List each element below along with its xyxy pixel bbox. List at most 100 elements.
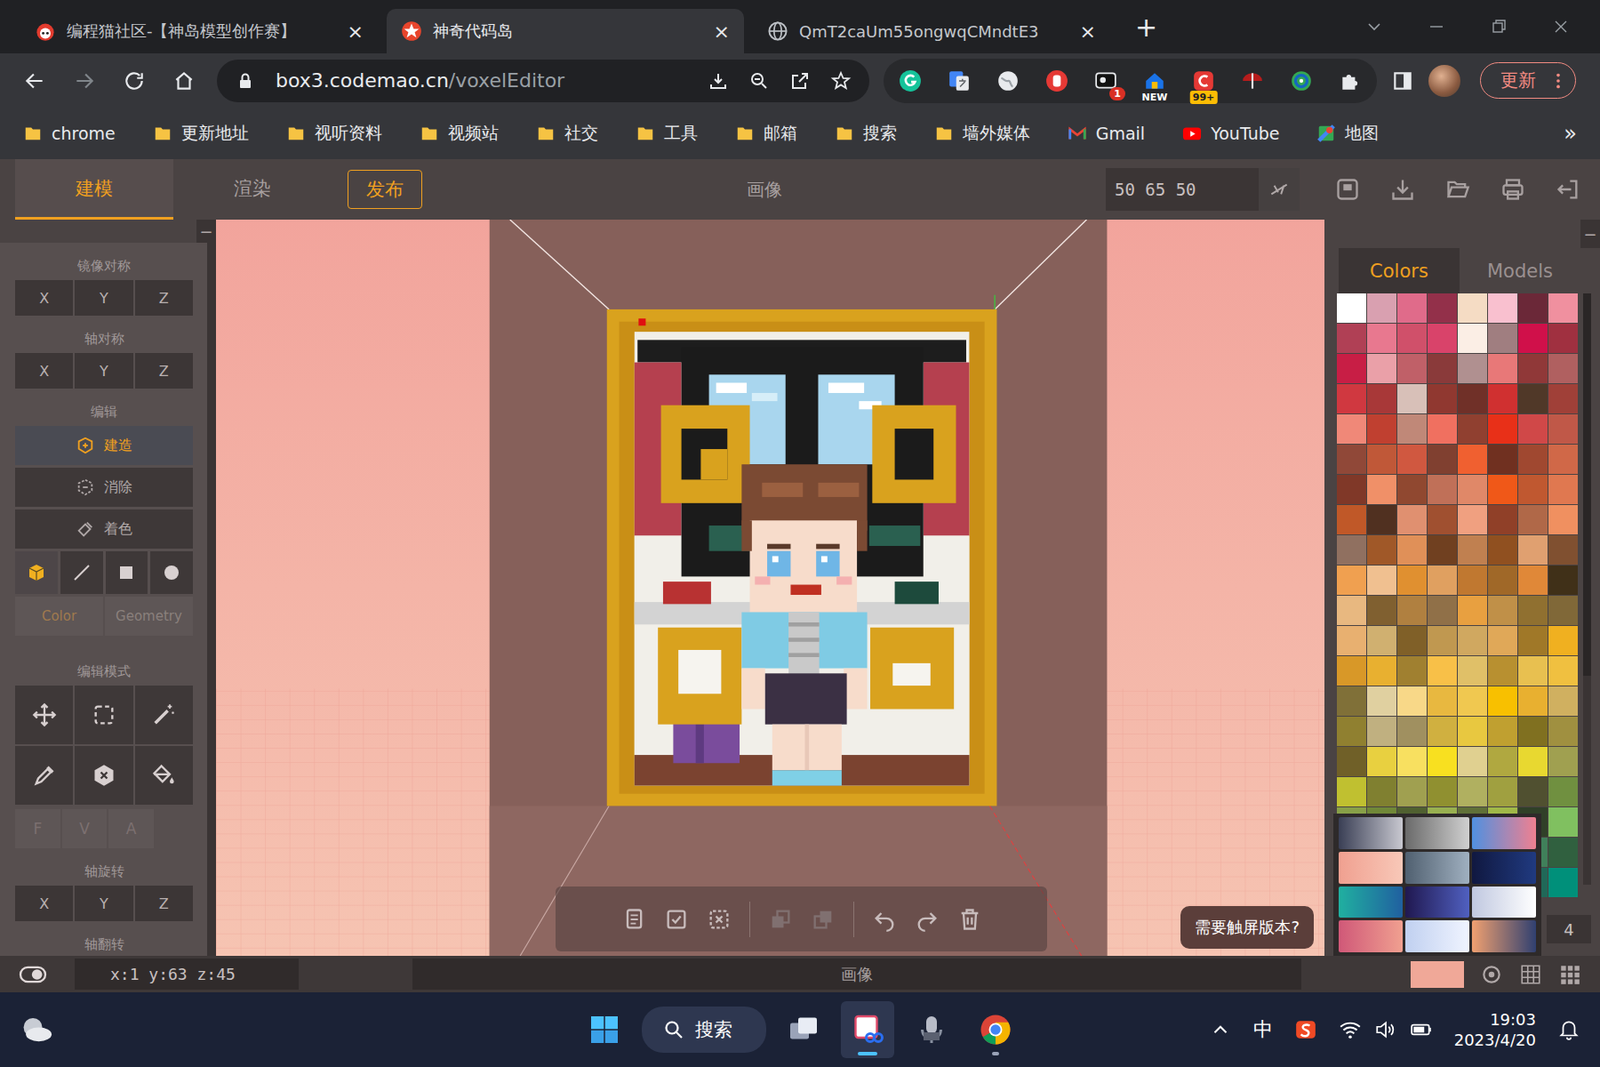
- extension-button[interactable]: [941, 63, 977, 99]
- color-swatch[interactable]: [1457, 293, 1488, 323]
- voxel-scene[interactable]: [216, 219, 1325, 956]
- color-swatch[interactable]: [1397, 474, 1427, 504]
- install-icon[interactable]: [707, 70, 729, 92]
- brush-button[interactable]: [60, 551, 104, 594]
- color-swatch[interactable]: [1427, 474, 1457, 504]
- color-swatch[interactable]: [1518, 595, 1548, 625]
- color-swatch[interactable]: [1457, 776, 1488, 807]
- color-swatch[interactable]: [1488, 746, 1518, 776]
- rotate-axis-button[interactable]: X: [15, 885, 73, 921]
- color-swatch[interactable]: [1518, 474, 1548, 504]
- color-swatch[interactable]: [1397, 716, 1427, 746]
- extension-button[interactable]: 99+: [1185, 63, 1222, 99]
- restore-icon[interactable]: [1489, 17, 1508, 36]
- color-swatch[interactable]: [1488, 595, 1518, 625]
- share-icon[interactable]: [789, 70, 811, 92]
- color-swatch[interactable]: [1548, 867, 1578, 897]
- symmetry-axis-button[interactable]: Z: [135, 352, 193, 389]
- color-swatch[interactable]: [1518, 746, 1548, 776]
- gradient-swatch[interactable]: [1338, 886, 1403, 919]
- gradient-swatch[interactable]: [1472, 851, 1536, 884]
- close-tab-button[interactable]: ×: [347, 20, 364, 43]
- edit-action-button[interactable]: 消除: [15, 467, 193, 507]
- side-panel-icon[interactable]: [1391, 69, 1415, 93]
- view-toggle-button[interactable]: A: [108, 808, 154, 848]
- color-swatch[interactable]: [1457, 444, 1488, 474]
- bookmark[interactable]: chrome: [23, 123, 116, 144]
- color-swatch[interactable]: [1427, 323, 1457, 353]
- color-swatch[interactable]: [1397, 595, 1427, 625]
- edit-mode-button[interactable]: [15, 685, 73, 744]
- color-swatch[interactable]: [1367, 776, 1397, 807]
- collapse-button[interactable]: −: [196, 219, 216, 243]
- color-swatch[interactable]: [1548, 746, 1578, 776]
- color-swatch[interactable]: [1518, 444, 1548, 474]
- start-button[interactable]: [577, 1000, 632, 1058]
- color-swatch[interactable]: [1548, 384, 1578, 414]
- color-swatch[interactable]: [1367, 625, 1397, 656]
- color-swatch[interactable]: [1457, 716, 1488, 746]
- browser-tab[interactable]: QmT2caUm55ongwqCMndtE3×: [752, 8, 1111, 54]
- panel-tab[interactable]: Models: [1459, 248, 1581, 294]
- color-swatch[interactable]: [1548, 414, 1578, 444]
- color-swatch[interactable]: [1488, 535, 1518, 565]
- floating-tool-button[interactable]: [706, 906, 732, 932]
- color-swatch[interactable]: [1548, 807, 1578, 837]
- color-swatch[interactable]: [1367, 686, 1397, 716]
- download-icon[interactable]: [1390, 176, 1416, 202]
- color-swatch[interactable]: [1397, 444, 1427, 474]
- color-swatch[interactable]: [1397, 384, 1427, 414]
- color-swatch[interactable]: [1488, 776, 1518, 807]
- color-swatch[interactable]: [1427, 353, 1457, 384]
- color-swatch[interactable]: [1488, 686, 1518, 716]
- sogou-icon[interactable]: [1294, 1017, 1318, 1041]
- symmetry-axis-button[interactable]: Y: [74, 352, 133, 389]
- color-swatch[interactable]: [1548, 837, 1578, 867]
- symmetry-axis-button[interactable]: X: [15, 352, 73, 389]
- extension-button[interactable]: NEW: [1136, 63, 1173, 99]
- color-swatch[interactable]: [1488, 444, 1518, 474]
- color-swatch[interactable]: [1457, 746, 1488, 776]
- bookmark[interactable]: 墙外媒体: [934, 121, 1031, 145]
- color-swatch[interactable]: [1427, 625, 1457, 656]
- mirror-axis-button[interactable]: Z: [135, 280, 193, 316]
- color-swatch[interactable]: [1548, 535, 1578, 565]
- color-swatch[interactable]: [1548, 565, 1578, 595]
- close-tab-button[interactable]: ×: [713, 20, 730, 43]
- color-swatch[interactable]: [1457, 565, 1488, 595]
- input-method[interactable]: 中: [1253, 1016, 1273, 1043]
- color-swatch[interactable]: [1427, 504, 1457, 535]
- color-swatch[interactable]: [1548, 656, 1578, 686]
- color-swatch[interactable]: [1336, 384, 1367, 414]
- new-tab-button[interactable]: +: [1119, 11, 1174, 43]
- color-swatch[interactable]: [1427, 746, 1457, 776]
- color-swatch[interactable]: [1548, 776, 1578, 807]
- color-swatch[interactable]: [1457, 535, 1488, 565]
- color-swatch[interactable]: [1397, 776, 1427, 807]
- color-swatch[interactable]: [1397, 686, 1427, 716]
- more-bookmarks[interactable]: »: [1563, 120, 1577, 146]
- floating-tool-button[interactable]: [621, 906, 647, 932]
- minimize-icon[interactable]: [1427, 17, 1446, 36]
- color-swatch[interactable]: [1367, 535, 1397, 565]
- color-swatch[interactable]: [1397, 414, 1427, 444]
- weather-icon[interactable]: [17, 1010, 56, 1048]
- clock[interactable]: 19:032023/4/20: [1454, 1008, 1536, 1051]
- color-swatch[interactable]: [1457, 656, 1488, 686]
- zoom-out-icon[interactable]: [748, 70, 770, 92]
- home-icon[interactable]: [172, 69, 196, 93]
- color-swatch[interactable]: [1367, 716, 1397, 746]
- tab-search-icon[interactable]: [1365, 17, 1384, 36]
- publish-button[interactable]: 发布: [347, 169, 423, 209]
- color-swatch[interactable]: [1518, 625, 1548, 656]
- folder-open-icon[interactable]: [1445, 176, 1471, 202]
- color-swatch[interactable]: [1336, 595, 1367, 625]
- color-swatch[interactable]: [1367, 384, 1397, 414]
- edit-action-button[interactable]: 着色: [15, 509, 193, 549]
- collapse-button[interactable]: −: [1580, 219, 1600, 248]
- viewport-canvas[interactable]: 需要触屏版本?: [216, 219, 1325, 956]
- extension-button[interactable]: 1: [1088, 63, 1124, 99]
- bookmark[interactable]: 视听资料: [286, 121, 383, 145]
- color-swatch[interactable]: [1427, 686, 1457, 716]
- gradient-swatch[interactable]: [1472, 920, 1536, 952]
